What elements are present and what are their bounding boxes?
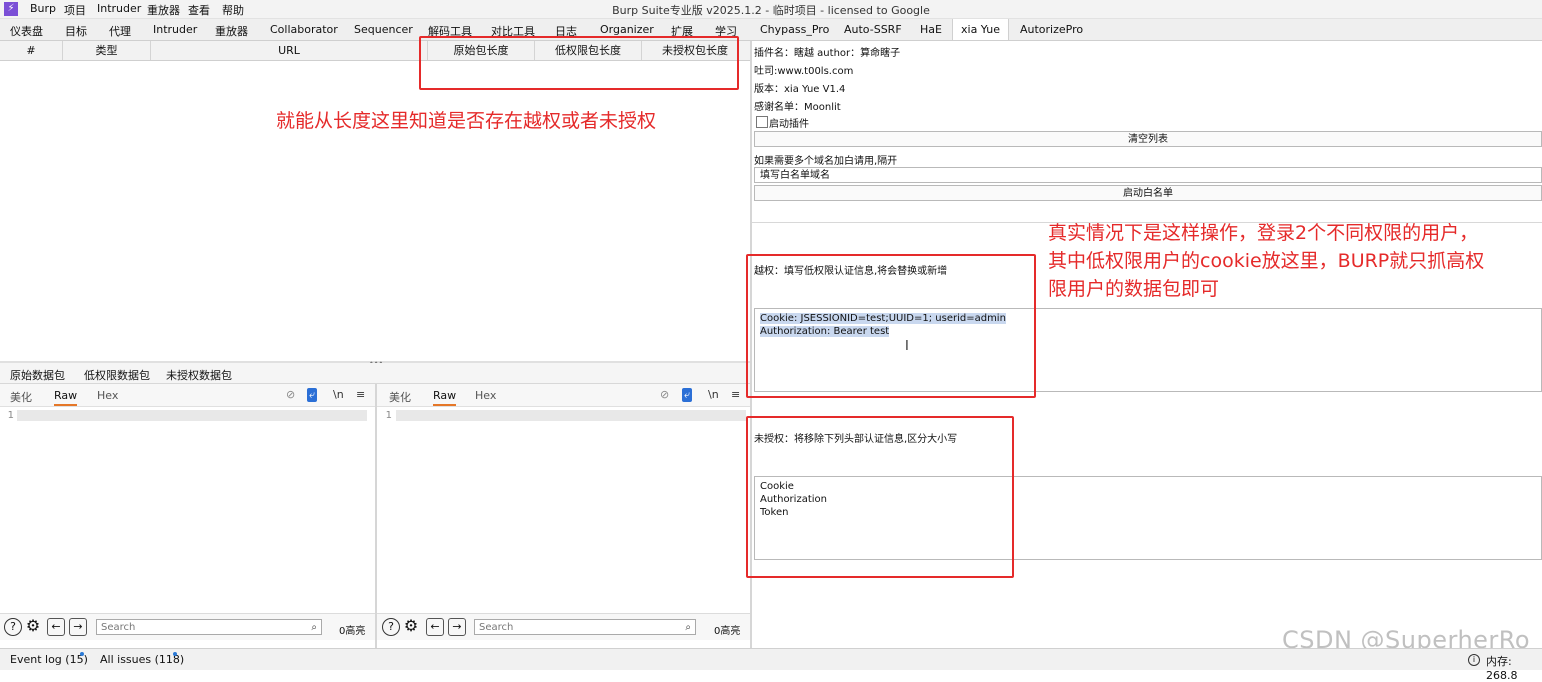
status-bar: Event log (15) All issues (118) i 内存: 26… — [0, 648, 1542, 682]
menu-view[interactable]: 查看 — [188, 2, 210, 18]
right-line-number: 1 — [385, 410, 392, 421]
right-editor-current-line[interactable] — [396, 410, 746, 421]
right-next-icon[interactable]: → — [448, 618, 466, 636]
right-editor-toolbar: 美化 Raw Hex ⊘ ⤶ \n ≡ — [377, 384, 750, 407]
right-search-placeholder: Search — [479, 622, 514, 633]
left-wrap-icon[interactable]: ⤶ — [307, 388, 318, 402]
annotation-box-low-priv — [746, 254, 1036, 398]
menu-project[interactable]: 项目 — [64, 2, 86, 18]
burp-logo-icon: ⚡ — [4, 2, 18, 16]
annotation-text-line1: 真实情况下是这样操作，登录2个不同权限的用户， — [1048, 222, 1479, 244]
left-search-bar: ? ⚙ ← → Search ⌕ 0高亮 — [0, 613, 375, 640]
enable-plugin-checkbox[interactable] — [756, 116, 768, 128]
tab-autorizepro[interactable]: AutorizePro — [1020, 23, 1083, 36]
all-issues-link[interactable]: All issues (118) — [100, 653, 184, 666]
enable-plugin-label: 启动插件 — [769, 119, 809, 130]
tab-repeater[interactable]: 重放器 — [215, 23, 248, 39]
tab-intruder[interactable]: Intruder — [153, 23, 197, 36]
memory-usage: 内存: 268.8 — [1486, 655, 1518, 682]
whitelist-domain-input[interactable]: 填写白名单域名 — [754, 167, 1542, 183]
packet-tabs: 原始数据包 低权限数据包 未授权数据包 — [0, 363, 750, 387]
right-prev-icon[interactable]: ← — [426, 618, 444, 636]
plugin-tusi: 吐司:www.t00ls.com — [754, 66, 854, 77]
annotation-text-line2: 其中低权限用户的cookie放这里，BURP就只抓高权 — [1048, 250, 1485, 272]
annotation-text-line3: 限用户的数据包即可 — [1048, 278, 1220, 300]
tab-proxy[interactable]: 代理 — [109, 23, 131, 39]
results-table-body[interactable] — [0, 61, 750, 361]
tab-target[interactable]: 目标 — [65, 23, 87, 39]
right-help-icon[interactable]: ? — [382, 618, 400, 636]
menu-repeater[interactable]: 重放器 — [147, 2, 180, 18]
tab-collaborator[interactable]: Collaborator — [270, 23, 338, 36]
right-subtab-pretty[interactable]: 美化 — [389, 389, 411, 405]
tab-low-priv-packet[interactable]: 低权限数据包 — [84, 367, 150, 383]
menu-bar: ⚡ Burp 项目 Intruder 重放器 查看 帮助 Burp Suite专… — [0, 0, 1542, 19]
annotation-text-lengths: 就能从长度这里知道是否存在越权或者未授权 — [276, 110, 657, 132]
menu-intruder[interactable]: Intruder — [97, 2, 141, 15]
plugin-version: 版本：xia Yue V1.4 — [754, 84, 846, 95]
right-highlight-count: 0高亮 — [714, 626, 741, 637]
plugin-thanks: 感谢名单：Moonlit — [754, 102, 841, 113]
left-help-icon[interactable]: ? — [4, 618, 22, 636]
right-search-icon: ⌕ — [685, 622, 691, 633]
left-subtab-pretty[interactable]: 美化 — [10, 389, 32, 405]
event-log-link[interactable]: Event log (15) — [10, 653, 88, 666]
tab-unauth-packet[interactable]: 未授权数据包 — [166, 367, 232, 383]
right-wrap-icon[interactable]: ⤶ — [682, 388, 693, 402]
left-subtab-raw[interactable]: Raw — [54, 389, 78, 406]
left-editor-current-line[interactable] — [17, 410, 367, 421]
right-subtab-hex[interactable]: Hex — [475, 389, 496, 402]
left-editor-menu-icon[interactable]: ≡ — [356, 388, 365, 401]
tab-hae[interactable]: HaE — [920, 23, 942, 36]
event-log-badge-icon — [80, 652, 84, 656]
left-subtab-hex[interactable]: Hex — [97, 389, 118, 402]
left-next-icon[interactable]: → — [69, 618, 87, 636]
editor-splitter[interactable] — [375, 384, 377, 648]
right-search-input[interactable]: Search ⌕ — [474, 619, 696, 635]
left-line-number: 1 — [7, 410, 14, 421]
start-whitelist-button[interactable]: 启动白名单 — [754, 185, 1542, 201]
right-editor-menu-icon[interactable]: ≡ — [731, 388, 740, 401]
left-newline-toggle[interactable]: \n — [333, 388, 344, 401]
right-settings-icon[interactable]: ⚙ — [403, 618, 419, 634]
all-issues-badge-icon — [173, 652, 177, 656]
memory-info-icon[interactable]: i — [1468, 654, 1480, 666]
left-prev-icon[interactable]: ← — [47, 618, 65, 636]
whitelist-hint: 如果需要多个域名加白请用,隔开 — [754, 156, 898, 167]
tab-sequencer[interactable]: Sequencer — [354, 23, 413, 36]
main-tab-bar: 仪表盘 目标 代理 Intruder 重放器 Collaborator Sequ… — [0, 19, 1542, 41]
tab-dashboard[interactable]: 仪表盘 — [10, 23, 43, 39]
right-search-bar: ? ⚙ ← → Search ⌕ 0高亮 — [377, 613, 750, 640]
tab-chypass-pro[interactable]: Chypass_Pro — [760, 23, 829, 36]
tab-auto-ssrf[interactable]: Auto-SSRF — [844, 23, 902, 36]
tab-organizer[interactable]: Organizer — [600, 23, 654, 36]
left-settings-icon[interactable]: ⚙ — [25, 618, 41, 634]
menu-help[interactable]: 帮助 — [222, 2, 244, 18]
left-editor-toolbar: 美化 Raw Hex ⊘ ⤶ \n ≡ — [0, 384, 375, 407]
annotation-box-unauth — [746, 416, 1014, 578]
annotation-box-lengths — [419, 36, 739, 90]
right-newline-toggle[interactable]: \n — [708, 388, 719, 401]
column-header-index[interactable]: # — [0, 41, 63, 60]
right-subtab-raw[interactable]: Raw — [433, 389, 457, 406]
column-header-url[interactable]: URL — [151, 41, 428, 60]
plugin-name: 插件名：瞎越 author：算命瞎子 — [754, 48, 901, 59]
column-header-type[interactable]: 类型 — [63, 41, 151, 60]
left-search-icon: ⌕ — [311, 622, 317, 633]
left-search-input[interactable]: Search ⌕ — [96, 619, 322, 635]
clear-list-button[interactable]: 清空列表 — [754, 131, 1542, 147]
menu-burp[interactable]: Burp — [30, 2, 56, 15]
left-search-placeholder: Search — [101, 622, 136, 633]
left-highlight-count: 0高亮 — [339, 626, 366, 637]
right-hide-icon[interactable]: ⊘ — [660, 388, 669, 401]
tab-xia-yue[interactable]: xia Yue — [952, 19, 1009, 40]
left-hide-icon[interactable]: ⊘ — [286, 388, 295, 401]
